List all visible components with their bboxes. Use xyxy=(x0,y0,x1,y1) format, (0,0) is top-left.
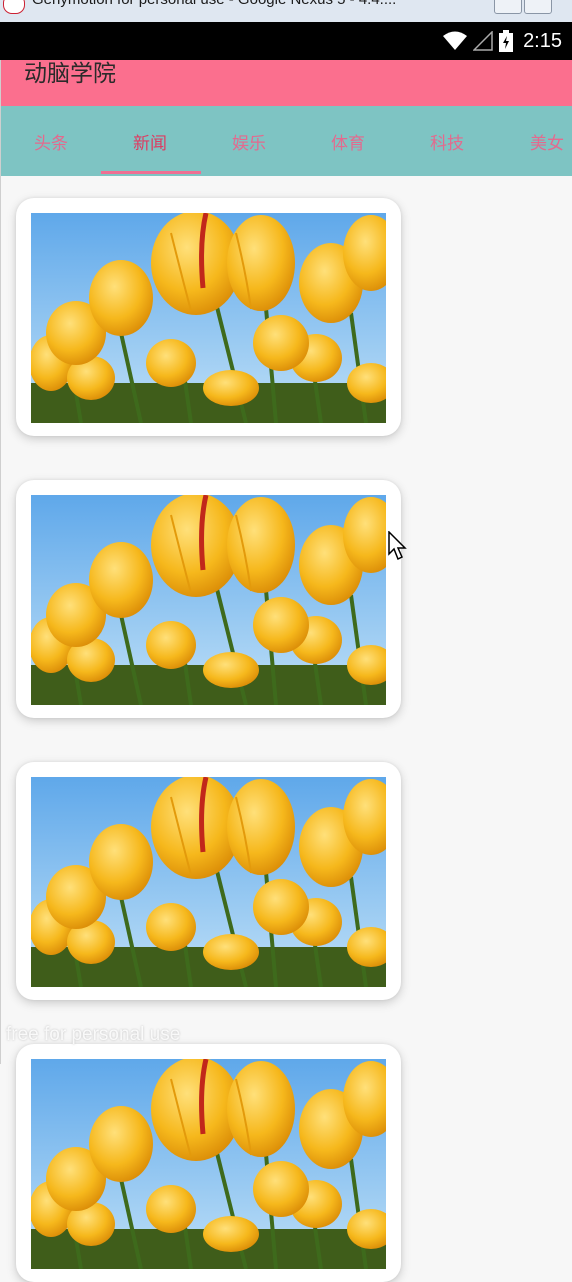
tab-bar: 头条 新闻 娱乐 体育 科技 美女 xyxy=(0,106,572,176)
maximize-button[interactable] xyxy=(524,0,552,14)
yellow-tulips-photo xyxy=(31,213,386,423)
signal-icon xyxy=(473,31,493,51)
tab-beauty[interactable]: 美女 xyxy=(497,106,572,176)
yellow-tulips-photo xyxy=(31,777,386,987)
window-border xyxy=(0,60,1,1064)
window-title: Genymotion for personal use - Google Nex… xyxy=(32,0,396,8)
android-status-bar: 2:15 xyxy=(0,22,572,60)
tab-sports[interactable]: 体育 xyxy=(298,106,398,176)
minimize-button[interactable] xyxy=(494,0,522,14)
battery-icon xyxy=(499,30,514,52)
tab-entertainment[interactable]: 娱乐 xyxy=(199,106,299,176)
yellow-tulips-photo xyxy=(31,1059,386,1269)
news-card[interactable] xyxy=(16,480,401,718)
tab-headlines[interactable]: 头条 xyxy=(1,106,101,176)
news-card[interactable] xyxy=(16,1044,401,1282)
news-card[interactable] xyxy=(16,762,401,1000)
window-titlebar: Genymotion for personal use - Google Nex… xyxy=(0,0,572,23)
tab-news[interactable]: 新闻 xyxy=(100,106,200,176)
mouse-cursor-icon xyxy=(388,531,407,561)
tab-technology[interactable]: 科技 xyxy=(397,106,497,176)
status-time: 2:15 xyxy=(523,29,562,52)
watermark-text: free for personal use xyxy=(6,1024,181,1045)
genymotion-logo-icon xyxy=(3,0,25,14)
app-title: 动脑学院 xyxy=(24,61,116,87)
app-toolbar: 动脑学院 xyxy=(0,60,572,106)
yellow-tulips-photo xyxy=(31,495,386,705)
wifi-icon xyxy=(443,31,468,50)
news-card[interactable] xyxy=(16,198,401,436)
tab-indicator xyxy=(101,171,201,174)
news-list[interactable] xyxy=(0,176,572,1282)
